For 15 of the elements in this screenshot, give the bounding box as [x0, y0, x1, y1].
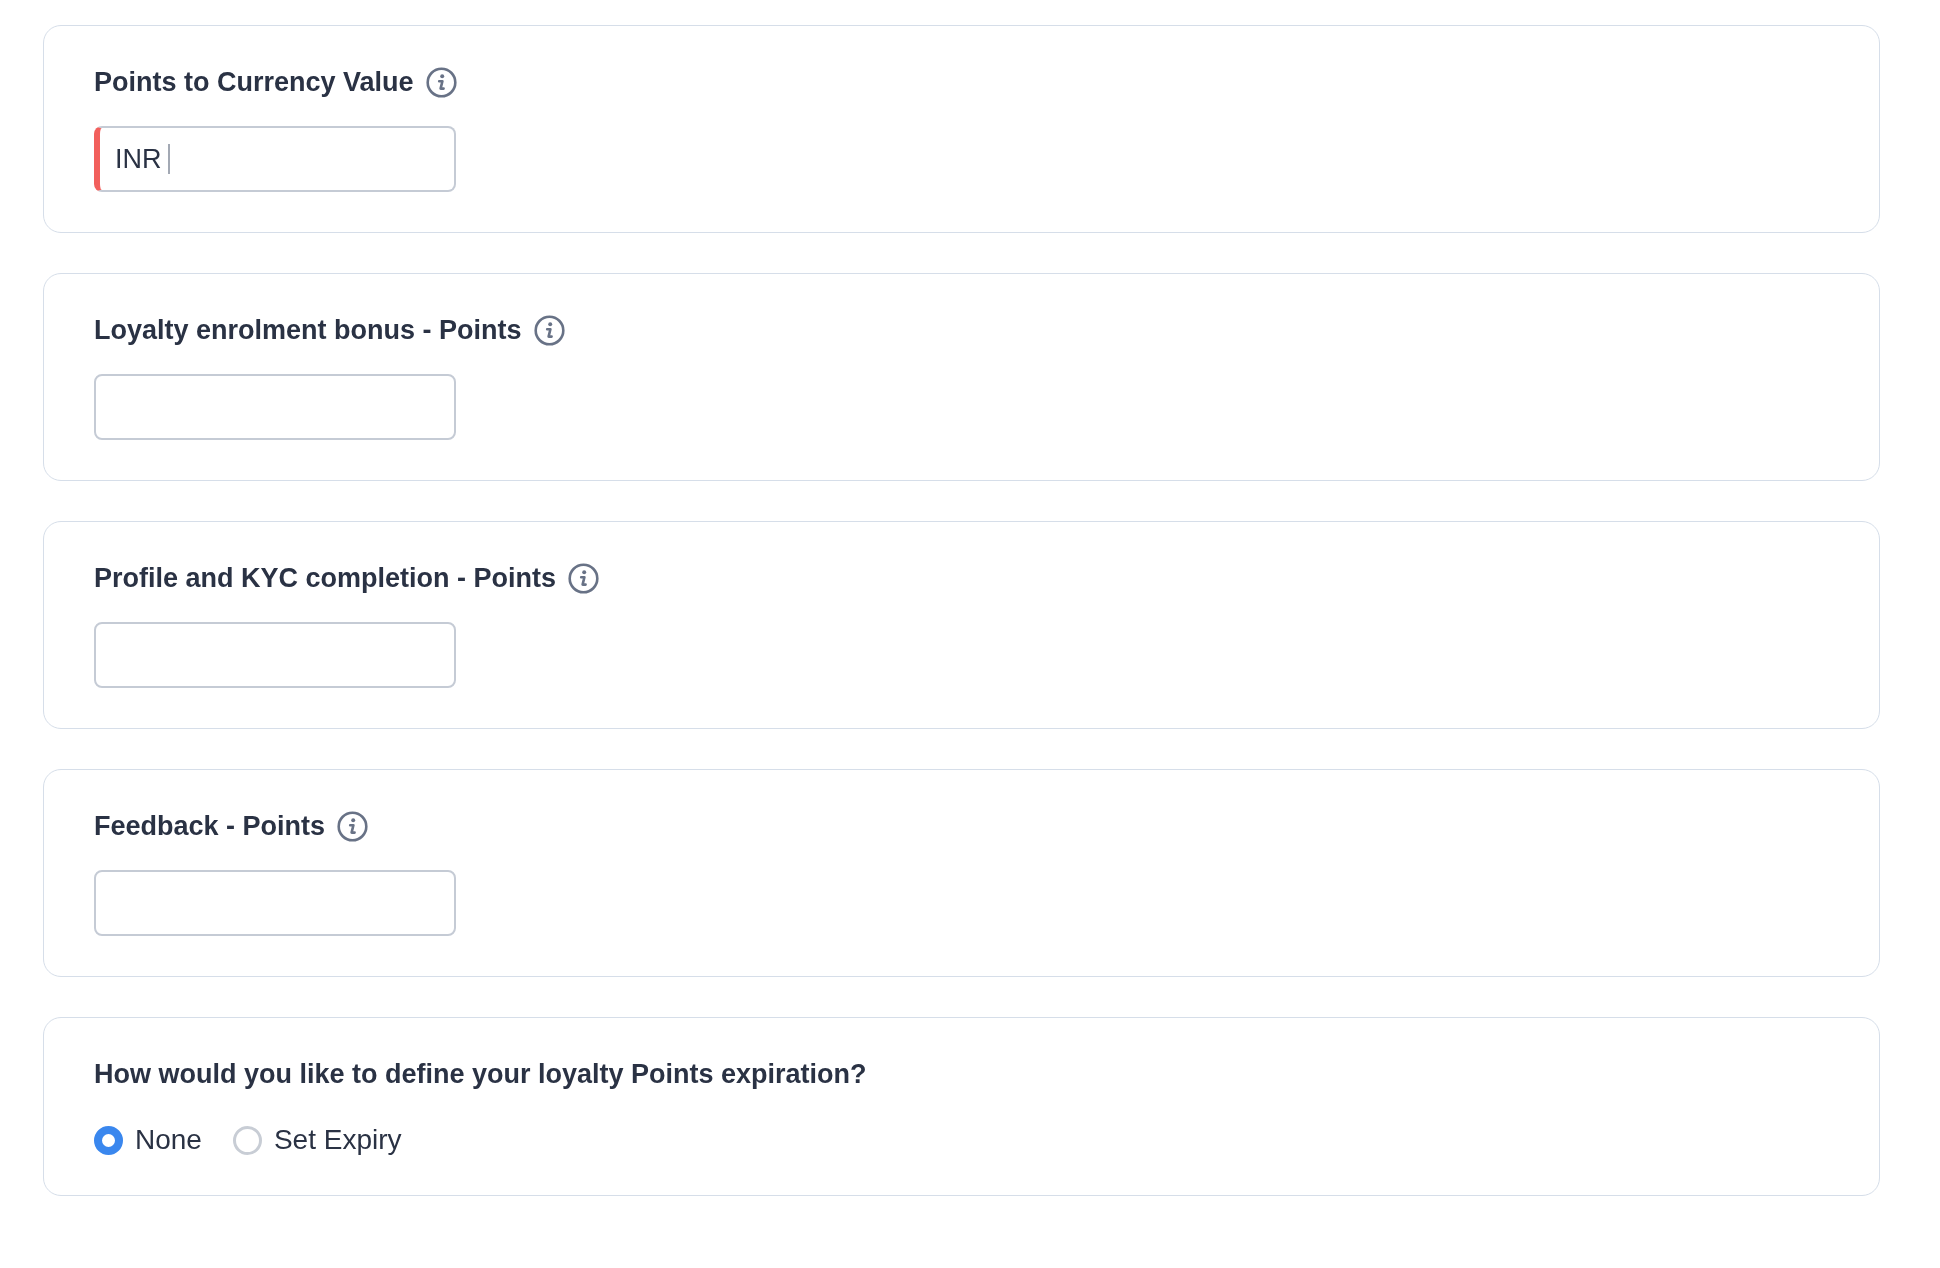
info-icon[interactable]: [337, 810, 369, 842]
text-field[interactable]: INR: [94, 126, 456, 192]
field-label: Points to Currency Value: [94, 66, 414, 98]
field-label: Profile and KYC completion - Points: [94, 562, 557, 594]
radio-option[interactable]: Set Expiry: [232, 1124, 402, 1156]
text-field[interactable]: [94, 374, 456, 440]
info-icon[interactable]: [533, 314, 565, 346]
text-field[interactable]: [94, 622, 456, 688]
question-label: How would you like to define your loyalty Points expiration?: [94, 1058, 867, 1090]
field-label: Feedback - Points: [94, 810, 326, 842]
field-label: Loyalty enrolment bonus - Points: [94, 314, 522, 346]
text-field[interactable]: [94, 870, 456, 936]
info-icon[interactable]: [568, 562, 600, 594]
radio-option[interactable]: None: [94, 1124, 202, 1156]
info-icon[interactable]: [425, 66, 457, 98]
